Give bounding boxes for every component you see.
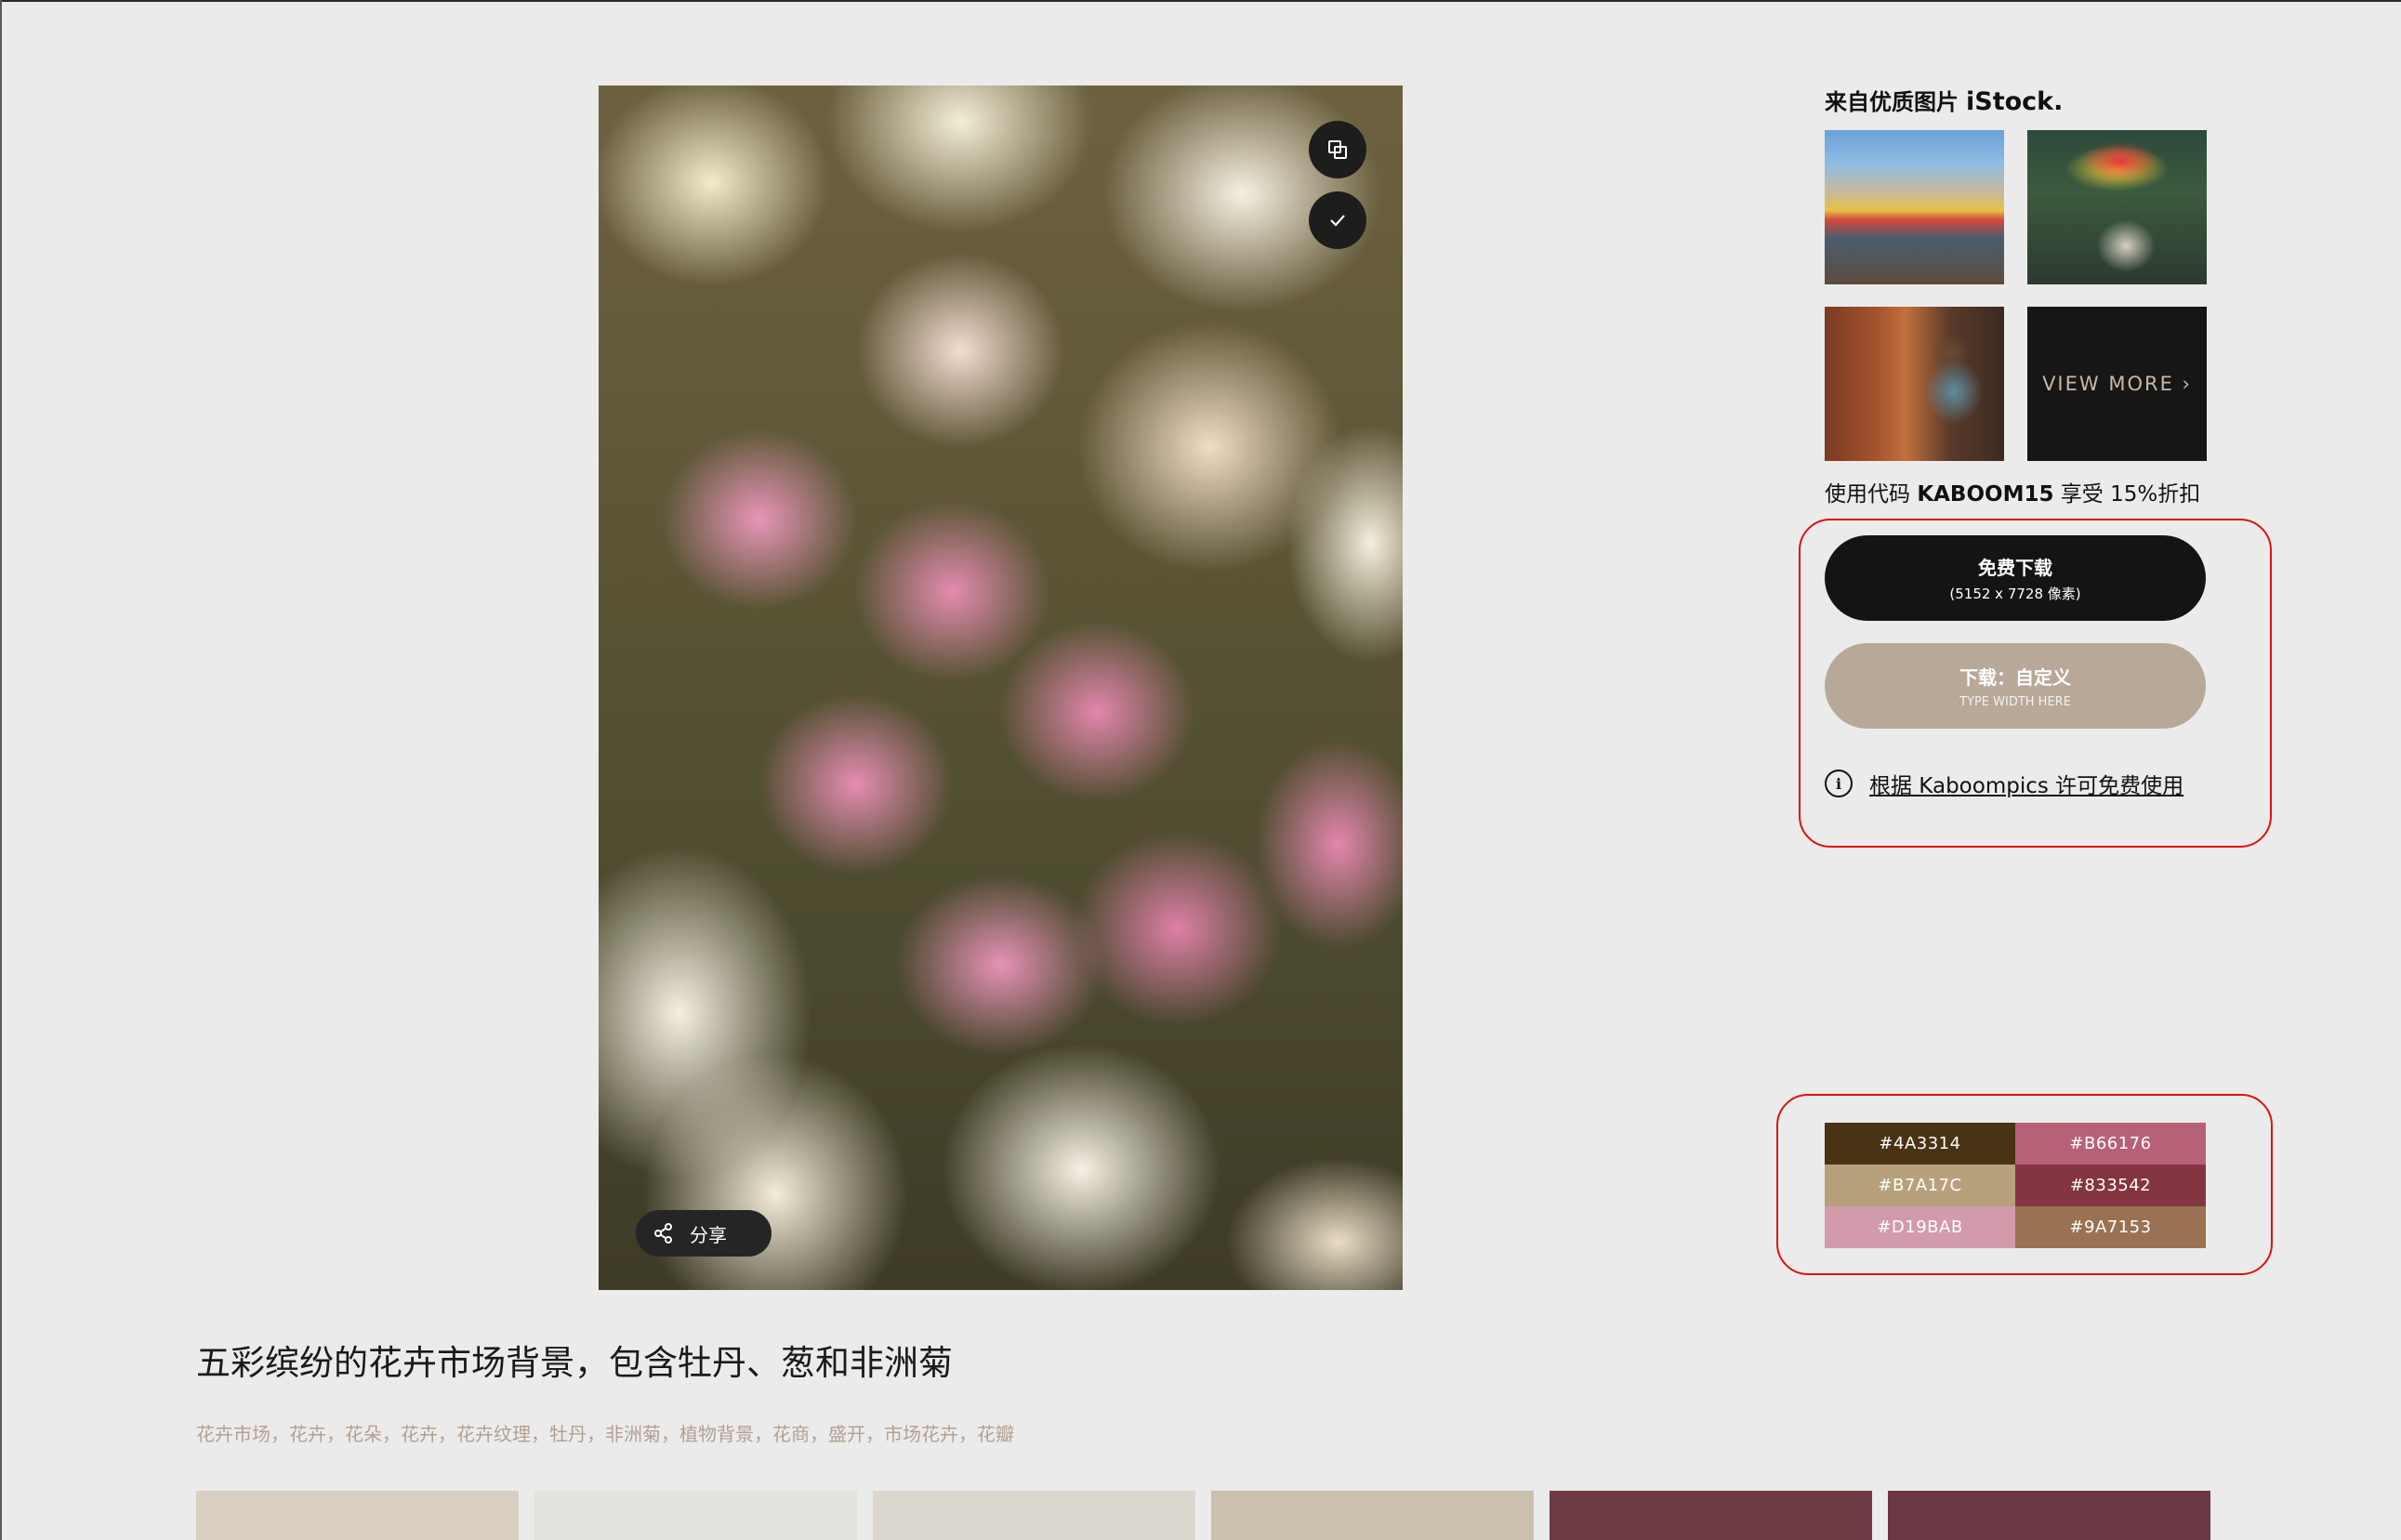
related-thumbnail[interactable]	[1550, 1491, 1872, 1540]
share-button[interactable]: 分享	[636, 1210, 772, 1257]
related-thumbnail[interactable]	[1211, 1491, 1534, 1540]
left-border	[0, 0, 2, 1540]
photo-tags[interactable]: 花卉市场，花卉，花朵，花卉，花卉纹理，牡丹，非洲菊，植物背景，花商，盛开，市场花…	[196, 1419, 1014, 1446]
istock-image-pottery[interactable]	[1825, 307, 2004, 461]
istock-logo[interactable]: iStock.	[1966, 87, 2063, 116]
promo-prefix: 使用代码	[1825, 482, 1910, 507]
main-photo[interactable]: 分享	[599, 86, 1403, 1290]
collection-button[interactable]	[1309, 121, 1366, 178]
promo-suffix: 享受 15%折扣	[2060, 482, 2201, 507]
promo-text: 使用代码 KABOOM15 享受 15%折扣	[1825, 476, 2200, 507]
view-more-button[interactable]: VIEW MORE ›	[2027, 307, 2207, 461]
share-icon	[653, 1222, 675, 1244]
copy-icon	[1326, 138, 1349, 161]
istock-image-flower-basket[interactable]	[2027, 130, 2207, 284]
check-icon	[1326, 209, 1349, 231]
related-thumbnails	[196, 1491, 2210, 1540]
select-button[interactable]	[1309, 191, 1366, 249]
istock-heading: 来自优质图片 iStock.	[1825, 84, 2063, 116]
istock-grid: VIEW MORE ›	[1825, 130, 2207, 461]
share-label: 分享	[690, 1223, 727, 1246]
istock-heading-text: 来自优质图片	[1825, 89, 1959, 115]
annotation-outline-palette	[1776, 1094, 2273, 1275]
related-thumbnail[interactable]	[1888, 1491, 2210, 1540]
related-thumbnail[interactable]	[534, 1491, 857, 1540]
top-border	[0, 0, 2401, 2]
istock-image-market[interactable]	[1825, 130, 2004, 284]
related-thumbnail[interactable]	[196, 1491, 519, 1540]
photo-title: 五彩缤纷的花卉市场背景，包含牡丹、葱和非洲菊	[196, 1343, 953, 1383]
annotation-outline-download	[1799, 519, 2272, 848]
related-thumbnail[interactable]	[873, 1491, 1195, 1540]
promo-code: KABOOM15	[1917, 482, 2054, 507]
